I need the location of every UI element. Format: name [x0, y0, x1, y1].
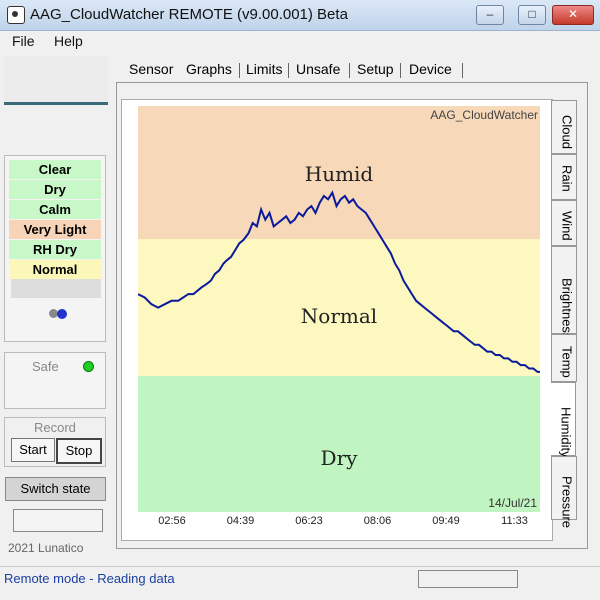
status-empty-row	[11, 279, 101, 298]
side-tab-cloud[interactable]: Cloud	[551, 100, 577, 154]
tab-sensor[interactable]: Sensor	[129, 61, 173, 77]
status-row: Very Light	[9, 220, 101, 239]
x-tick-label: 08:06	[363, 515, 392, 527]
tab-device[interactable]: Device	[409, 61, 452, 77]
humidity-series-line	[138, 190, 540, 373]
state-display-box	[13, 509, 103, 532]
x-tick-label: 06:23	[295, 515, 323, 527]
menu-file[interactable]: File	[12, 33, 35, 49]
main-tabs: Sensor Graphs Limits Unsafe Setup Device	[120, 57, 590, 82]
side-tab-pressure[interactable]: Pressure	[551, 456, 577, 529]
tab-limits[interactable]: Limits	[246, 61, 283, 77]
safe-indicator-icon	[83, 361, 94, 372]
tab-separator	[239, 63, 240, 78]
tab-separator	[288, 63, 289, 78]
record-label: Record	[34, 420, 76, 435]
x-tick-label: 04:39	[226, 515, 255, 527]
stop-button[interactable]: Stop	[56, 438, 102, 464]
side-tab-label: Pressure	[559, 476, 575, 529]
side-tab-brightness[interactable]: Brightness	[551, 246, 577, 340]
status-row: Calm	[9, 200, 101, 219]
tab-graphs[interactable]: Graphs	[186, 61, 232, 77]
copyright: 2021 Lunatico	[8, 541, 84, 555]
side-tab-wind[interactable]: Wind	[551, 200, 577, 246]
chart-brand: AAG_CloudWatcher	[430, 108, 538, 122]
tab-unsafe[interactable]: Unsafe	[296, 61, 340, 77]
status-text: Remote mode - Reading data	[4, 571, 175, 586]
x-tick-label: 11:33	[501, 515, 528, 527]
toggle-switch[interactable]	[47, 307, 71, 321]
app-icon	[7, 6, 25, 24]
side-tab-temp[interactable]: Temp	[551, 334, 577, 382]
sensor-side-tabs: Cloud Rain Wind Brightness Temp Humidity Press…	[551, 100, 577, 529]
side-tab-label: Cloud	[559, 115, 575, 149]
side-tab-label: Humidity	[558, 407, 574, 458]
status-row: Normal	[9, 260, 101, 279]
x-tick-label: 09:49	[432, 515, 460, 527]
start-button[interactable]: Start	[11, 438, 55, 462]
side-tab-rain[interactable]: Rain	[551, 154, 577, 200]
safe-label: Safe	[32, 359, 59, 374]
left-top-strip	[4, 56, 108, 105]
window-title: AAG_CloudWatcher REMOTE (v9.00.001) Beta	[30, 6, 348, 23]
title-bar: AAG_CloudWatcher REMOTE (v9.00.001) Beta…	[0, 0, 600, 31]
switch-state-button[interactable]: Switch state	[5, 477, 106, 501]
status-bar: Remote mode - Reading data	[0, 566, 600, 591]
side-tab-humidity[interactable]: Humidity	[551, 382, 576, 458]
tab-separator	[400, 63, 401, 78]
minimize-button[interactable]: –	[476, 5, 504, 25]
status-row: Clear	[9, 160, 101, 179]
toggle-dot-on	[57, 309, 67, 319]
maximize-button[interactable]: □	[518, 5, 546, 25]
tab-separator	[462, 63, 463, 78]
x-axis: 02:56 04:39 06:23 08:06 09:49 11:33	[138, 512, 540, 532]
side-tab-label: Rain	[559, 165, 575, 192]
close-button[interactable]: ✕	[552, 5, 594, 25]
record-panel: Record Start Stop	[4, 417, 106, 467]
status-row: RH Dry	[9, 240, 101, 259]
side-tab-label: Brightness	[559, 278, 575, 340]
menu-help[interactable]: Help	[54, 33, 83, 49]
conditions-panel: Clear Dry Calm Very Light RH Dry Normal	[4, 155, 106, 342]
safe-panel: Safe	[4, 352, 106, 409]
menu-bar: File Help	[0, 31, 600, 51]
tab-separator	[349, 63, 350, 78]
chart-date: 14/Jul/21	[488, 496, 537, 510]
humidity-chart: Humid Normal Dry AAG_CloudWatcher 14/Jul…	[138, 106, 540, 512]
side-tab-label: Temp	[559, 346, 575, 378]
status-progress-box	[418, 570, 518, 588]
x-tick-label: 02:56	[158, 515, 186, 527]
side-tab-label: Wind	[559, 211, 575, 241]
chart-plot-area	[138, 190, 540, 373]
status-row: Dry	[9, 180, 101, 199]
tab-setup[interactable]: Setup	[357, 61, 394, 77]
